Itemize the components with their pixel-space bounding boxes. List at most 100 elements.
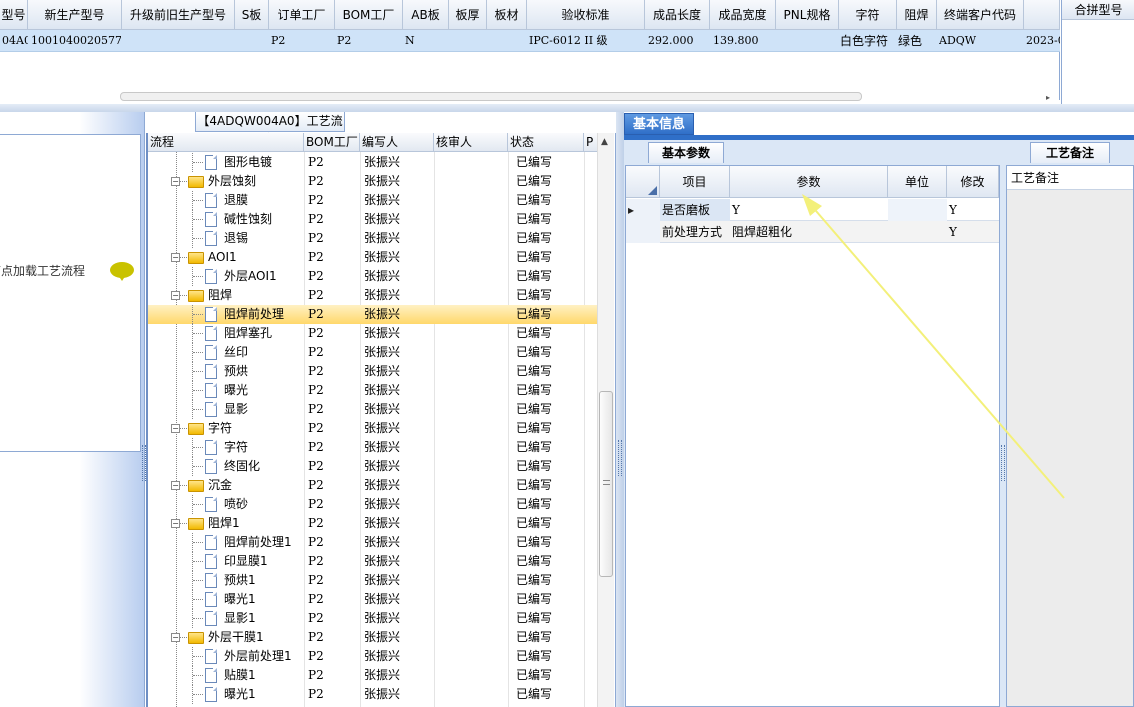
tree-row[interactable]: 碱性蚀刻 P2 张振兴 已编写 [148,210,598,229]
cell-status: 已编写 [516,611,553,625]
process-flow-tree[interactable]: 流程 BOM工厂 编写人 核审人 状态 P 图形电镀 P2 张振兴 已编写 − 外层蚀刻 P… [146,133,616,707]
tree-row[interactable]: 退锡 P2 张振兴 已编写 [148,229,598,248]
expand-collapse-icon[interactable]: − [171,291,180,300]
cell-status: 已编写 [516,630,553,644]
splitter-grip[interactable] [1001,445,1005,481]
tab-basic-params[interactable]: 基本参数 [648,142,724,163]
col-header-item[interactable]: 项目 [660,166,730,198]
tree-row[interactable]: 退膜 P2 张振兴 已编写 [148,191,598,210]
cell-bom: P2 [308,440,324,454]
tree-row[interactable]: 贴膜1 P2 张振兴 已编写 [148,666,598,685]
tree-row[interactable]: 预烘 P2 张振兴 已编写 [148,362,598,381]
horizontal-scrollbar[interactable] [120,92,862,101]
tree-row[interactable]: 喷砂 P2 张振兴 已编写 [148,495,598,514]
table-row[interactable]: ▸ 是否磨板 Y Y [626,199,999,221]
splitter-grip[interactable] [618,440,622,476]
col-header-customer-code[interactable]: 终端客户代码 [937,0,1024,30]
col-header-solder-mask[interactable]: 阻焊 [897,0,937,30]
col-header-pnl[interactable]: PNL规格 [776,0,839,30]
col-header-length[interactable]: 成品长度 [645,0,710,30]
col-header-param[interactable]: 参数 [730,166,888,198]
tree-row[interactable]: 印显膜1 P2 张振兴 已编写 [148,552,598,571]
tree-row[interactable]: − AOI1 P2 张振兴 已编写 [148,248,598,267]
col-header-date[interactable] [1024,0,1060,30]
tree-row[interactable]: 曝光1 P2 张振兴 已编写 [148,590,598,609]
cell-reviewer [438,571,506,590]
col-header-width[interactable]: 成品宽度 [710,0,776,30]
horizontal-splitter[interactable] [0,104,1134,112]
tree-row[interactable]: 阻焊前处理 P2 张振兴 已编写 [148,305,598,324]
tree-row[interactable]: 预烘1 P2 张振兴 已编写 [148,571,598,590]
col-header-new-model[interactable]: 新生产型号 [28,0,122,30]
col-header-acceptance[interactable]: 验收标准 [527,0,645,30]
tree-row[interactable]: − 阻焊1 P2 张振兴 已编写 [148,514,598,533]
cell-writer: 张振兴 [364,592,401,606]
tree-row[interactable]: 曝光1 P2 张振兴 已编写 [148,685,598,704]
col-header-ab-board[interactable]: AB板 [403,0,449,30]
cell-unit [888,221,947,243]
node-list[interactable] [0,134,141,452]
expand-collapse-icon[interactable]: − [171,481,180,490]
col-header-bom-factory[interactable]: BOM工厂 [304,133,360,152]
col-header-status[interactable]: 状态 [508,133,584,152]
cell-writer: 张振兴 [364,668,401,682]
tree-row[interactable]: 外层前处理1 P2 张振兴 已编写 [148,647,598,666]
scroll-right-icon[interactable]: ▸ [1046,93,1050,102]
table-row[interactable]: 04A0 10010400205771 P2 P2 N IPC-6012 II … [0,30,1060,52]
tree-row[interactable]: − 沉金 P2 张振兴 已编写 [148,476,598,495]
tab-basic-info[interactable]: 基本信息 [624,113,694,135]
load-process-hint: 节点加载工艺流程 [0,264,86,278]
tree-row[interactable]: 显影1 P2 张振兴 已编写 [148,609,598,628]
col-header-writer[interactable]: 编写人 [360,133,434,152]
tree-row[interactable]: − 字符 P2 张振兴 已编写 [148,419,598,438]
expand-collapse-icon[interactable]: − [171,519,180,528]
tree-row[interactable]: 曝光 P2 张振兴 已编写 [148,381,598,400]
cell-new-model: 10010400205771 [31,34,121,47]
cell-param[interactable]: Y [730,199,888,221]
expand-collapse-icon[interactable]: − [171,253,180,262]
expand-collapse-icon[interactable]: − [171,424,180,433]
tree-row[interactable]: − 外层蚀刻 P2 张振兴 已编写 [148,172,598,191]
tree-row[interactable]: − 阻焊 P2 张振兴 已编写 [148,286,598,305]
tree-row[interactable]: 字符 P2 张振兴 已编写 [148,438,598,457]
col-header-character[interactable]: 字符 [839,0,897,30]
tree-row[interactable]: − 外层干膜1 P2 张振兴 已编写 [148,628,598,647]
col-header-unit[interactable]: 单位 [888,166,947,198]
col-header-reviewer[interactable]: 核审人 [434,133,508,152]
expand-collapse-icon[interactable]: − [171,633,180,642]
cell-date: 2023-0 [1026,34,1060,47]
process-notes-header[interactable]: 工艺备注 [1007,166,1133,190]
col-header-order-factory[interactable]: 订单工厂 [269,0,335,30]
tree-row[interactable]: 阻焊前处理1 P2 张振兴 已编写 [148,533,598,552]
tree-row[interactable]: 终固化 P2 张振兴 已编写 [148,457,598,476]
tree-row[interactable]: 外层AOI1 P2 张振兴 已编写 [148,267,598,286]
vertical-scrollbar[interactable]: ▲ [597,133,614,707]
cell-bom: P2 [308,573,324,587]
cell-reviewer [438,476,506,495]
col-header-process[interactable]: 流程 [148,133,304,152]
merge-model-header[interactable]: 合拼型号 [1062,0,1134,20]
col-header-modify[interactable]: 修改 [947,166,999,198]
cell-param[interactable]: 阻焊超粗化 [730,221,888,243]
folder-icon [188,480,204,492]
tree-row[interactable]: 显影 P2 张振兴 已编写 [148,400,598,419]
table-row[interactable]: 前处理方式 阻焊超粗化 Y [626,221,999,243]
cell-bom: P2 [308,250,324,264]
col-header-s-board[interactable]: S板 [235,0,269,30]
col-header-thickness[interactable]: 板厚 [449,0,487,30]
scroll-thumb[interactable] [599,391,613,577]
col-header-old-model[interactable]: 升级前旧生产型号 [122,0,235,30]
chat-bubble-icon[interactable] [110,262,134,281]
tree-row[interactable]: 丝印 P2 张振兴 已编写 [148,343,598,362]
tree-row[interactable]: 图形电镀 P2 张振兴 已编写 [148,153,598,172]
scroll-up-icon[interactable]: ▲ [601,137,608,147]
cell-status: 已编写 [516,212,553,226]
expand-collapse-icon[interactable]: − [171,177,180,186]
col-header-model[interactable]: 型号 [0,0,28,30]
col-header-material[interactable]: 板材 [487,0,527,30]
col-header-bom-factory[interactable]: BOM工厂 [335,0,403,30]
cell-bom: P2 [308,668,324,682]
vertical-splitter[interactable] [616,112,624,707]
tab-process-notes[interactable]: 工艺备注 [1030,142,1110,163]
tree-row[interactable]: 阻焊塞孔 P2 张振兴 已编写 [148,324,598,343]
